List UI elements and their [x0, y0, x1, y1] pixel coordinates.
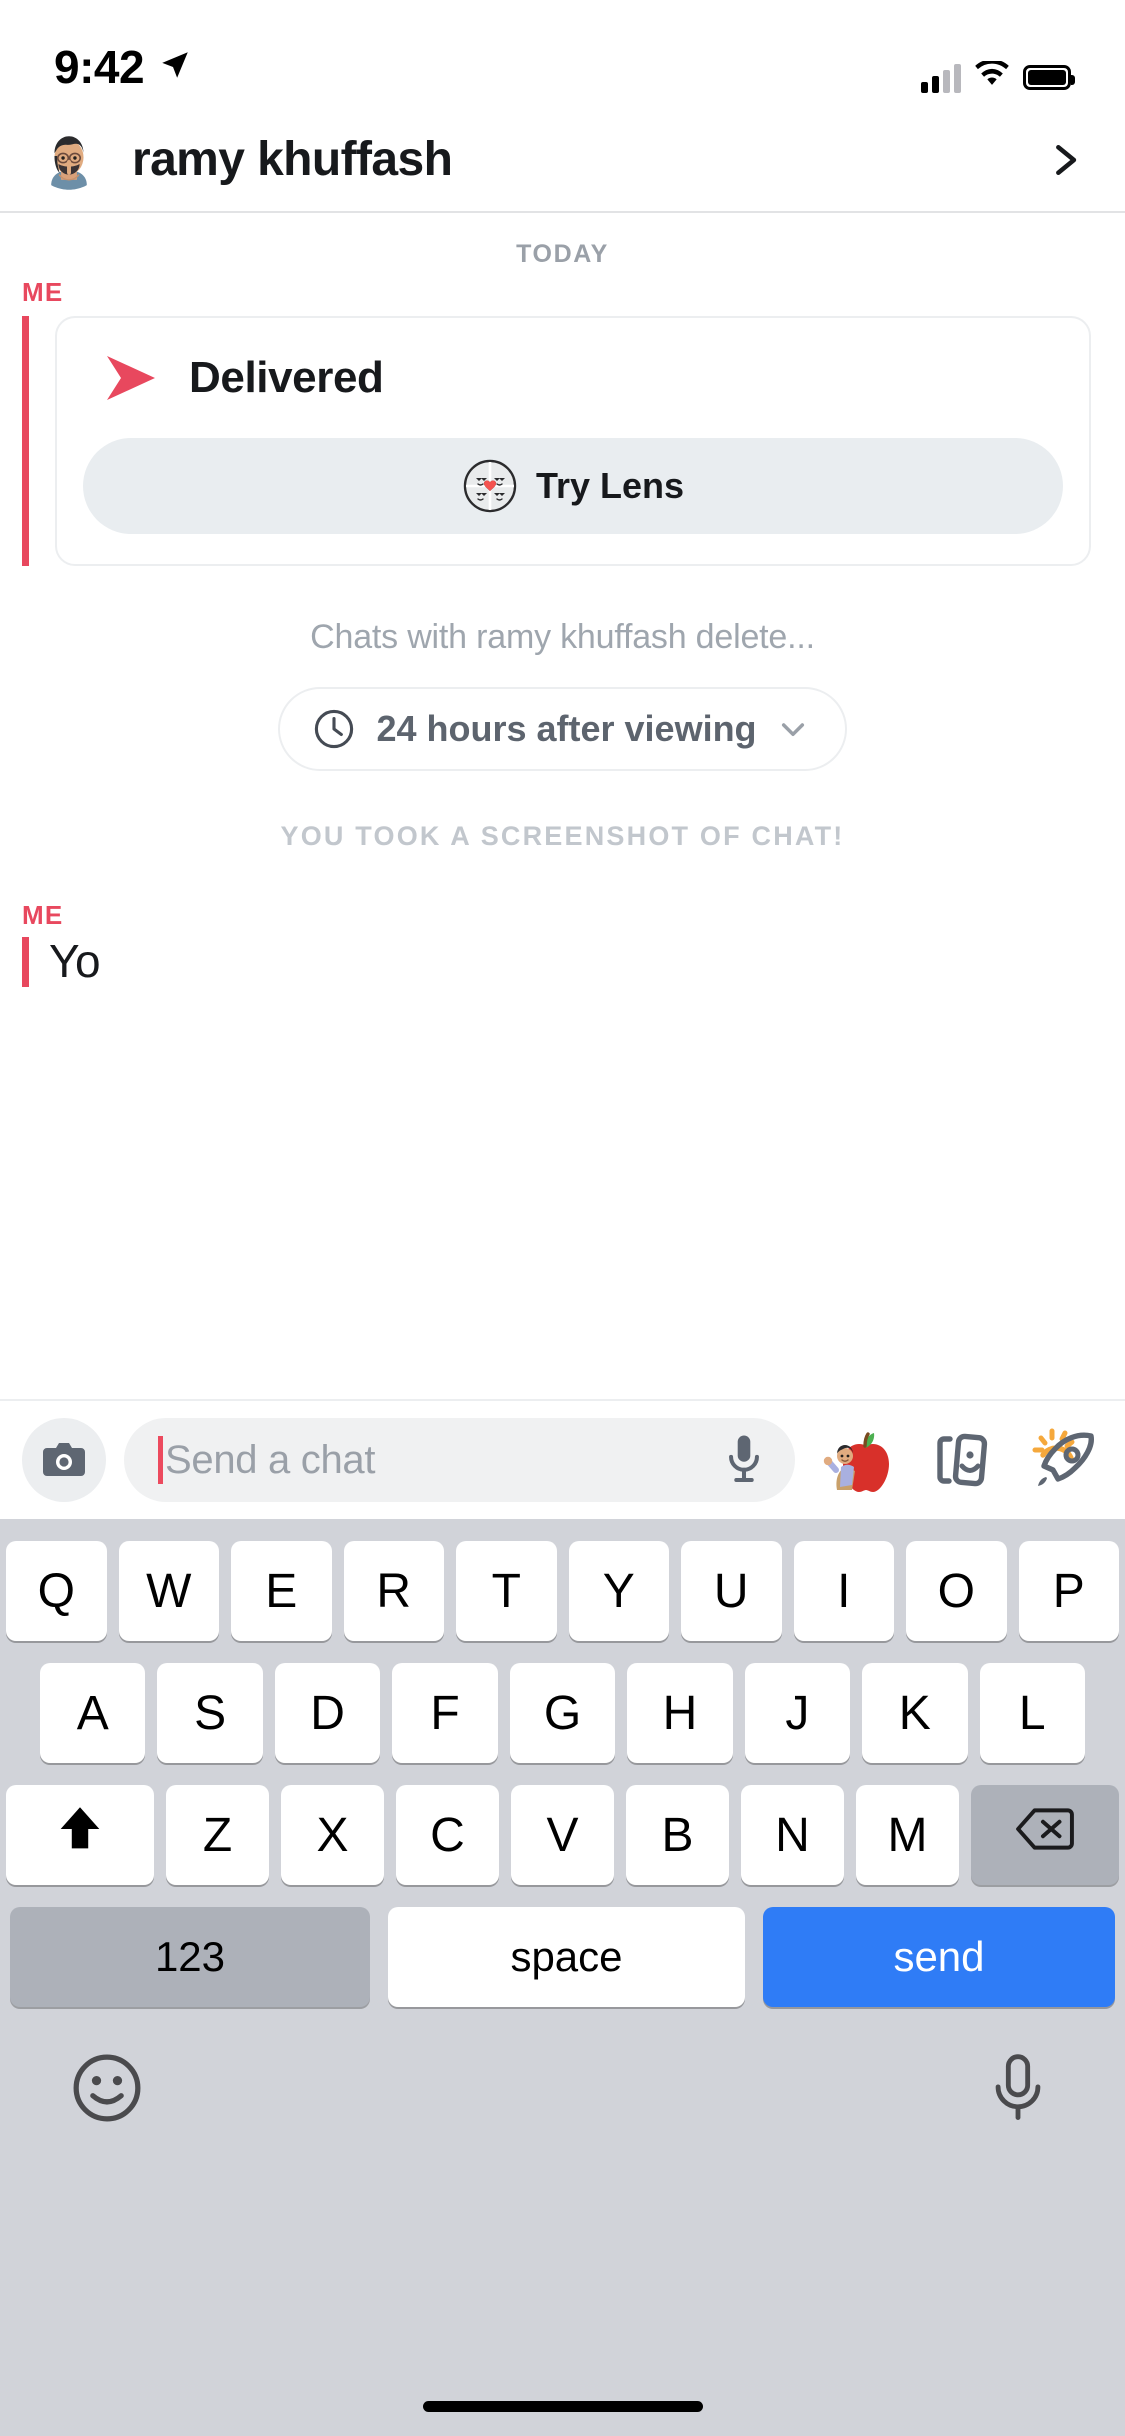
wifi-icon: [974, 59, 1010, 94]
keyboard-row-3: Z X C V B N M: [0, 1785, 1125, 1885]
home-indicator: [422, 2401, 703, 2412]
status-badge: Delivered: [189, 353, 384, 402]
key-c[interactable]: C: [396, 1785, 499, 1885]
key-o[interactable]: O: [906, 1541, 1007, 1641]
message-text: Yo: [49, 935, 101, 987]
key-d[interactable]: D: [274, 1663, 381, 1763]
try-lens-label: Try Lens: [535, 465, 685, 506]
key-u[interactable]: U: [681, 1541, 782, 1641]
key-z[interactable]: Z: [166, 1785, 269, 1885]
backspace-icon: [1016, 1800, 1074, 1870]
shift-arrow-icon: [51, 1800, 109, 1870]
chat-input-bar: Send a chat: [0, 1399, 1125, 1519]
chat-input-placeholder: Send a chat: [165, 1437, 376, 1482]
snap-card[interactable]: Delivered Try Lens: [55, 316, 1091, 566]
key-v[interactable]: V: [511, 1785, 614, 1885]
camera-icon: [40, 1436, 88, 1485]
keyboard-row-2: A S D F G H J K L: [0, 1663, 1125, 1763]
status-bar-right: [921, 59, 1075, 94]
try-lens-button[interactable]: Try Lens: [83, 438, 1063, 534]
delivered-status-row: Delivered: [83, 344, 1063, 410]
key-l[interactable]: L: [979, 1663, 1085, 1763]
text-cursor: [158, 1436, 163, 1484]
message-accent-stripe-2: [22, 937, 29, 987]
numbers-key[interactable]: 123: [10, 1907, 370, 2007]
key-e[interactable]: E: [231, 1541, 332, 1641]
delete-timer-button[interactable]: 24 hours after viewing: [278, 687, 847, 771]
sender-label-me-2: ME: [22, 900, 64, 930]
screenshot-notice: YOU TOOK A SCREENSHOT OF CHAT!: [280, 821, 845, 851]
timer-pill-wrapper: 24 hours after viewing: [0, 657, 1125, 771]
sender-label-me: ME: [22, 277, 64, 307]
stickers-cards-icon[interactable]: [923, 1422, 999, 1498]
key-r[interactable]: R: [343, 1541, 444, 1641]
clock-icon: [312, 707, 356, 751]
key-j[interactable]: J: [744, 1663, 851, 1763]
chevron-down-icon[interactable]: [777, 713, 809, 745]
cellular-signal-icon: [921, 63, 961, 93]
keyboard-row-4: 123 space send: [0, 1907, 1125, 2007]
on-screen-keyboard: Q W E R T Y U I O P A S D F G H J K L Z …: [0, 1519, 1125, 2436]
status-bar-left: 9:42: [54, 40, 192, 94]
input-tray: [821, 1422, 1101, 1498]
key-h[interactable]: H: [627, 1663, 733, 1763]
keyboard-row-1: Q W E R T Y U I O P: [0, 1541, 1125, 1641]
key-t[interactable]: T: [456, 1541, 557, 1641]
delete-timer-label: 24 hours after viewing: [376, 708, 757, 749]
key-f[interactable]: F: [392, 1663, 498, 1763]
key-g[interactable]: G: [509, 1663, 616, 1763]
search-input[interactable]: Send a chat: [124, 1418, 795, 1502]
key-b[interactable]: B: [626, 1785, 729, 1885]
send-button[interactable]: send: [763, 1907, 1115, 2007]
battery-full-icon: [1023, 65, 1075, 90]
key-q[interactable]: Q: [6, 1541, 107, 1641]
key-n[interactable]: N: [741, 1785, 844, 1885]
message-accent-stripe: [22, 316, 29, 566]
keyboard-bottom-row: [0, 2029, 1125, 2130]
day-divider: TODAY: [516, 240, 609, 268]
delete-policy-note: Chats with ramy khuffash delete...: [310, 618, 815, 656]
key-x[interactable]: X: [281, 1785, 384, 1885]
space-key[interactable]: space: [388, 1907, 745, 2007]
microphone-icon[interactable]: [723, 1432, 765, 1488]
conversation-list: TODAY ME Delivered Try Lens Chats with r…: [0, 213, 1125, 987]
emoji-smiley-icon[interactable]: [70, 2051, 144, 2130]
chat-header[interactable]: ramy khuffash: [0, 108, 1125, 213]
status-bar: 9:42: [0, 0, 1125, 108]
key-s[interactable]: S: [157, 1663, 263, 1763]
red-arrow-delivered-icon: [99, 350, 163, 406]
dictation-microphone-icon[interactable]: [981, 2051, 1055, 2130]
page-title: ramy khuffash: [132, 133, 453, 186]
key-w[interactable]: W: [118, 1541, 219, 1641]
lens-faces-heart-icon: [462, 458, 518, 514]
status-bar-time: 9:42: [54, 41, 145, 93]
bitmoji-apple-sticker-icon[interactable]: [821, 1422, 897, 1498]
shift-key[interactable]: [6, 1785, 154, 1885]
key-y[interactable]: Y: [568, 1541, 669, 1641]
key-k[interactable]: K: [862, 1663, 968, 1763]
backspace-key[interactable]: [971, 1785, 1119, 1885]
key-m[interactable]: M: [856, 1785, 959, 1885]
key-i[interactable]: I: [793, 1541, 894, 1641]
bitmoji-avatar[interactable]: [36, 127, 102, 193]
chevron-right-icon[interactable]: [1047, 143, 1081, 177]
camera-button[interactable]: [22, 1418, 106, 1502]
key-a[interactable]: A: [40, 1663, 146, 1763]
text-message-row[interactable]: Yo: [0, 935, 1125, 987]
key-p[interactable]: P: [1018, 1541, 1119, 1641]
rocket-icon[interactable]: [1025, 1422, 1101, 1498]
snap-message-row[interactable]: Delivered Try Lens: [0, 316, 1125, 566]
location-arrow-icon: [158, 48, 192, 87]
